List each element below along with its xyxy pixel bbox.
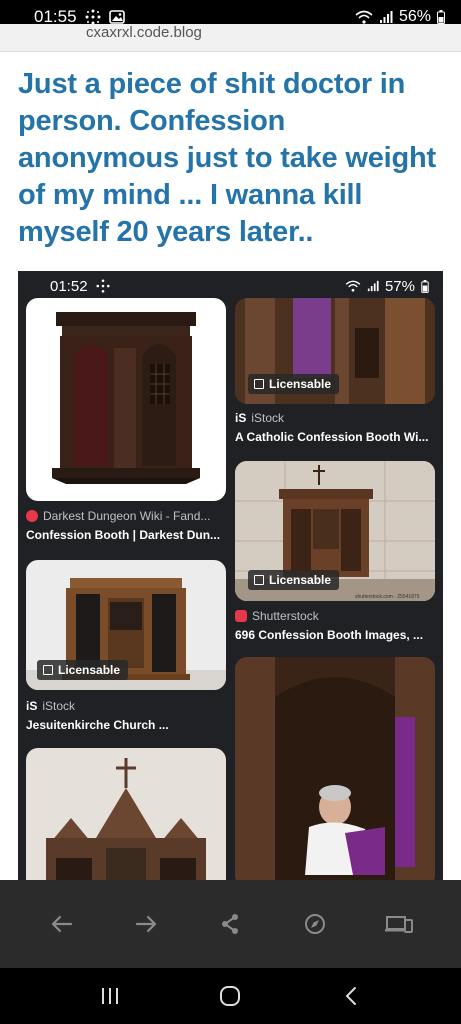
embedded-status-time: 01:52 (50, 277, 88, 295)
tabs-devices-icon (384, 916, 413, 933)
gothic-booth-photo (46, 758, 206, 881)
licensable-badge: Licensable (37, 660, 129, 680)
image-icon (254, 575, 264, 585)
back-button[interactable] (42, 904, 82, 944)
wifi-icon (345, 280, 361, 292)
signal-icon (379, 11, 393, 23)
priest-confession-photo (235, 657, 435, 881)
licensable-badge: Licensable (248, 570, 340, 590)
share-button[interactable] (210, 904, 250, 944)
licensable-badge: Licensable (248, 374, 340, 394)
embedded-battery-percent: 57% (384, 277, 415, 295)
share-icon (222, 914, 239, 934)
image-icon (43, 665, 53, 675)
forward-arrow-icon (136, 915, 157, 933)
result-caption[interactable]: A Catholic Confession Booth Wi... (235, 430, 428, 444)
istock-favicon-icon: iS (26, 699, 38, 713)
result-source[interactable]: Shutterstock (235, 609, 319, 623)
result-image-jesuitenkirche-booth[interactable]: Licensable (26, 560, 226, 690)
result-caption[interactable]: Confession Booth | Darkest Dun... (26, 528, 220, 542)
result-source[interactable]: Darkest Dungeon Wiki - Fand... (26, 509, 210, 523)
back-chevron-icon (345, 987, 356, 1005)
result-caption[interactable]: 696 Confession Booth Images, ... (235, 628, 423, 642)
back-arrow-icon (51, 915, 73, 933)
image-icon (254, 379, 264, 389)
embedded-screenshot: 01:52 57% Darkest Dungeon Wiki - Fand...… (18, 271, 443, 881)
signal-icon (367, 280, 379, 292)
recents-button[interactable] (90, 976, 130, 1016)
result-image-priest-booth[interactable] (235, 657, 435, 881)
result-source[interactable]: iS iStock (235, 411, 284, 425)
result-image-shutterstock-booth[interactable]: shutterstock.com · 25541875 Licensable (235, 461, 435, 601)
shutterstock-favicon-icon (235, 610, 247, 622)
browser-nav-bar (0, 880, 461, 968)
result-image-confession-booth-illustration[interactable] (26, 298, 226, 501)
compass-icon (304, 914, 325, 934)
fandom-favicon-icon (26, 510, 38, 522)
result-image-gothic-booth[interactable] (26, 748, 226, 881)
post-title: Just a piece of shit doctor in person. C… (18, 68, 436, 248)
result-image-catholic-booth[interactable]: Licensable (235, 298, 435, 404)
recents-icon (102, 988, 119, 1004)
battery-icon (421, 279, 429, 293)
result-source[interactable]: iS iStock (26, 699, 75, 713)
battery-icon (437, 10, 445, 24)
url-domain[interactable]: cxaxrxl.code.blog (86, 24, 202, 41)
image-notification-icon (108, 10, 125, 24)
grid-dots-icon (85, 9, 101, 25)
forward-button[interactable] (126, 904, 166, 944)
system-back-button[interactable] (331, 976, 371, 1016)
discover-button[interactable] (295, 904, 335, 944)
embedded-status-bar: 01:52 57% (18, 271, 443, 301)
watermark-text: shutterstock.com · 25541875 (355, 594, 420, 600)
istock-favicon-icon: iS (235, 411, 247, 425)
result-caption[interactable]: Jesuitenkirche Church ... (26, 718, 169, 732)
grid-dots-icon (95, 279, 110, 293)
tabs-button[interactable] (379, 904, 419, 944)
confession-booth-illustration (52, 312, 200, 484)
url-bar[interactable]: cxaxrxl.code.blog (0, 24, 461, 52)
home-icon (220, 986, 241, 1006)
system-nav-bar (0, 968, 461, 1024)
home-button[interactable] (210, 976, 250, 1016)
wifi-icon (355, 10, 373, 24)
